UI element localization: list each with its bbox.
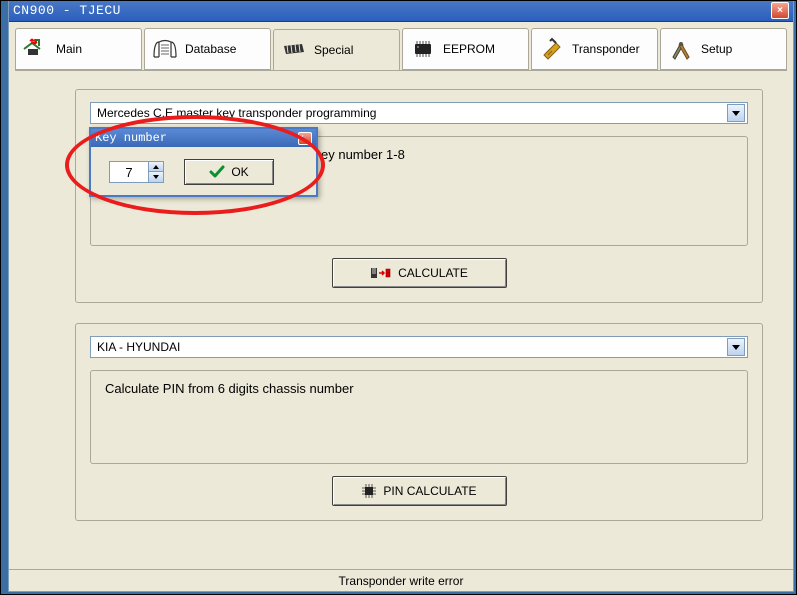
titlebar-text: CN900 - TJECU [13,3,771,18]
tab-label: Special [314,43,353,57]
eeprom-icon [409,37,437,61]
combo-text: Mercedes C,E master key transponder prog… [97,106,727,120]
window-close-button[interactable]: × [771,2,789,19]
status-bar: Transponder write error [9,569,793,591]
tab-setup[interactable]: Setup [660,28,787,70]
close-icon: × [299,134,311,143]
tab-special[interactable]: Special [273,29,400,71]
calc-icon [370,266,392,280]
tab-label: Main [56,42,82,56]
main-icon [22,37,50,61]
setup-icon [667,37,695,61]
pin-calculate-button[interactable]: PIN CALCULATE [332,476,507,506]
spinner-up-button[interactable] [149,162,163,172]
dropdown-button[interactable] [727,104,745,122]
combo-mercedes[interactable]: Mercedes C,E master key transponder prog… [90,102,748,124]
combo-kia[interactable]: KIA - HYUNDAI [90,336,748,358]
spinner-buttons [148,162,163,182]
calc-button-label: CALCULATE [398,266,468,280]
key-number-hint: ey number 1-8 [321,147,405,162]
status-text: Transponder write error [339,574,464,588]
tab-database[interactable]: Database [144,28,271,70]
spinner-down-button[interactable] [149,172,163,182]
content-area: Mercedes C,E master key transponder prog… [15,70,787,589]
tab-label: EEPROM [443,42,495,56]
info-box-2: Calculate PIN from 6 digits chassis numb… [90,370,748,464]
tab-eeprom[interactable]: EEPROM [402,28,529,70]
check-icon [209,165,225,179]
tab-transponder[interactable]: Transponder [531,28,658,70]
dropdown-button[interactable] [727,338,745,356]
calculate-button-1[interactable]: CALCULATE [332,258,507,288]
dialog-close-button[interactable]: × [298,132,312,145]
tab-main[interactable]: Main [15,28,142,70]
dialog-titlebar[interactable]: Key number × [91,129,316,147]
chevron-up-icon [153,165,159,169]
ok-label: OK [231,165,248,179]
tab-label: Database [185,42,236,56]
key-number-dialog: Key number × OK [89,127,318,197]
close-icon: × [777,5,783,16]
pin-calc-label: PIN CALCULATE [383,484,476,498]
app-window: CN900 - TJECU × Main Database Special EE… [8,0,794,592]
chevron-down-icon [153,175,159,179]
pin-info-text: Calculate PIN from 6 digits chassis numb… [105,381,354,396]
chevron-down-icon [732,345,740,350]
special-icon [280,38,308,62]
combo-text: KIA - HYUNDAI [97,340,727,354]
ok-button[interactable]: OK [184,159,274,185]
titlebar[interactable]: CN900 - TJECU × [9,0,793,22]
database-icon [151,37,179,61]
key-number-input[interactable] [110,162,148,182]
dialog-title: Key number [95,131,296,145]
chip-icon [361,483,377,499]
tab-label: Transponder [572,42,640,56]
tab-label: Setup [701,42,732,56]
transponder-icon [538,37,566,61]
group-kia: KIA - HYUNDAI Calculate PIN from 6 digit… [75,323,763,521]
dialog-body: OK [91,147,316,197]
key-number-spinner[interactable] [109,161,164,183]
chevron-down-icon [732,111,740,116]
tabbar: Main Database Special EEPROM Transponder… [9,22,793,70]
